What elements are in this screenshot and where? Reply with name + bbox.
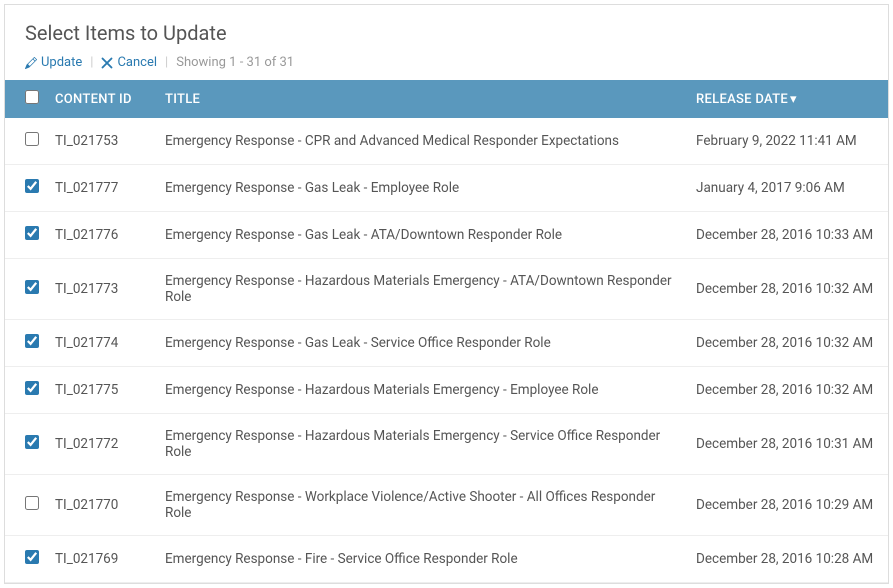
- cell-release-date: December 28, 2016 10:32 AM: [688, 259, 888, 320]
- cell-checkbox: [5, 212, 47, 259]
- cell-release-date: December 28, 2016 10:29 AM: [688, 475, 888, 536]
- cell-checkbox: [5, 414, 47, 475]
- row-checkbox[interactable]: [25, 280, 39, 294]
- row-checkbox[interactable]: [25, 381, 39, 395]
- table-row: TI_021777Emergency Response - Gas Leak -…: [5, 165, 888, 212]
- column-header-release-date[interactable]: RELEASE DATE▾: [688, 80, 888, 118]
- table-row: TI_021753Emergency Response - CPR and Ad…: [5, 118, 888, 165]
- cell-checkbox: [5, 320, 47, 367]
- cell-content-id: TI_021777: [47, 165, 157, 212]
- table-row: TI_021770Emergency Response - Workplace …: [5, 475, 888, 536]
- table-body: TI_021753Emergency Response - CPR and Ad…: [5, 118, 888, 583]
- cell-release-date: December 28, 2016 10:31 AM: [688, 414, 888, 475]
- column-header-title[interactable]: TITLE: [157, 80, 688, 118]
- cell-title: Emergency Response - Gas Leak - ATA/Down…: [157, 212, 688, 259]
- table-row: TI_021769Emergency Response - Fire - Ser…: [5, 536, 888, 583]
- cell-content-id: TI_021772: [47, 414, 157, 475]
- cell-content-id: TI_021769: [47, 536, 157, 583]
- cell-checkbox: [5, 475, 47, 536]
- table-row: TI_021776Emergency Response - Gas Leak -…: [5, 212, 888, 259]
- release-date-label: RELEASE DATE: [696, 92, 788, 107]
- cell-release-date: December 28, 2016 10:32 AM: [688, 367, 888, 414]
- cell-title: Emergency Response - Hazardous Materials…: [157, 259, 688, 320]
- cell-content-id: TI_021773: [47, 259, 157, 320]
- pencil-icon: [25, 57, 37, 69]
- update-label: Update: [41, 55, 82, 70]
- panel: Select Items to Update Update | Cancel |…: [4, 4, 889, 584]
- cell-release-date: February 9, 2022 11:41 AM: [688, 118, 888, 165]
- row-checkbox[interactable]: [25, 496, 39, 510]
- cancel-label: Cancel: [117, 55, 157, 70]
- cell-content-id: TI_021753: [47, 118, 157, 165]
- cell-content-id: TI_021776: [47, 212, 157, 259]
- column-header-content-id[interactable]: CONTENT ID: [47, 80, 157, 118]
- row-checkbox[interactable]: [25, 179, 39, 193]
- cell-title: Emergency Response - Hazardous Materials…: [157, 414, 688, 475]
- row-checkbox[interactable]: [25, 334, 39, 348]
- cell-content-id: TI_021770: [47, 475, 157, 536]
- cell-title: Emergency Response - CPR and Advanced Me…: [157, 118, 688, 165]
- table-row: TI_021773Emergency Response - Hazardous …: [5, 259, 888, 320]
- cell-checkbox: [5, 165, 47, 212]
- panel-header: Select Items to Update Update | Cancel |…: [5, 5, 888, 80]
- table-row: TI_021774Emergency Response - Gas Leak -…: [5, 320, 888, 367]
- row-checkbox[interactable]: [25, 550, 39, 564]
- showing-text: Showing 1 - 31 of 31: [176, 55, 294, 70]
- page-title: Select Items to Update: [25, 21, 868, 45]
- table-row: TI_021775Emergency Response - Hazardous …: [5, 367, 888, 414]
- cell-title: Emergency Response - Workplace Violence/…: [157, 475, 688, 536]
- row-checkbox[interactable]: [25, 435, 39, 449]
- items-table: CONTENT ID TITLE RELEASE DATE▾ TI_021753…: [5, 80, 888, 583]
- select-all-checkbox[interactable]: [25, 90, 39, 104]
- cell-title: Emergency Response - Hazardous Materials…: [157, 367, 688, 414]
- cell-release-date: January 4, 2017 9:06 AM: [688, 165, 888, 212]
- table-row: TI_021772Emergency Response - Hazardous …: [5, 414, 888, 475]
- column-header-checkbox: [5, 80, 47, 118]
- close-icon: [101, 57, 113, 69]
- cell-release-date: December 28, 2016 10:32 AM: [688, 320, 888, 367]
- action-bar: Update | Cancel | Showing 1 - 31 of 31: [25, 55, 868, 70]
- divider: |: [90, 55, 93, 70]
- sort-desc-icon: ▾: [790, 92, 797, 107]
- cancel-button[interactable]: Cancel: [101, 55, 157, 70]
- cell-content-id: TI_021774: [47, 320, 157, 367]
- cell-checkbox: [5, 367, 47, 414]
- cell-content-id: TI_021775: [47, 367, 157, 414]
- update-button[interactable]: Update: [25, 55, 82, 70]
- row-checkbox[interactable]: [25, 132, 39, 146]
- cell-title: Emergency Response - Gas Leak - Service …: [157, 320, 688, 367]
- cell-title: Emergency Response - Fire - Service Offi…: [157, 536, 688, 583]
- divider: |: [165, 55, 168, 70]
- cell-release-date: December 28, 2016 10:28 AM: [688, 536, 888, 583]
- table-header-row: CONTENT ID TITLE RELEASE DATE▾: [5, 80, 888, 118]
- cell-title: Emergency Response - Gas Leak - Employee…: [157, 165, 688, 212]
- cell-checkbox: [5, 259, 47, 320]
- cell-release-date: December 28, 2016 10:33 AM: [688, 212, 888, 259]
- row-checkbox[interactable]: [25, 226, 39, 240]
- cell-checkbox: [5, 536, 47, 583]
- cell-checkbox: [5, 118, 47, 165]
